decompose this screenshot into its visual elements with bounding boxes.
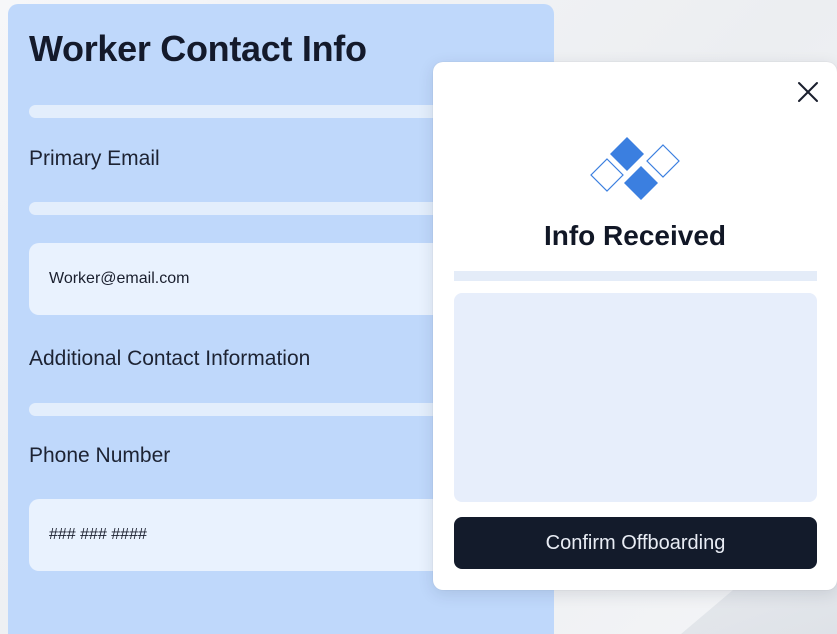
diamond-logo-icon xyxy=(589,135,685,205)
placeholder-bar xyxy=(454,271,817,281)
placeholder-content-box xyxy=(454,293,817,502)
placeholder-bar xyxy=(29,202,489,215)
page-title: Worker Contact Info xyxy=(29,28,367,69)
confirm-offboarding-button[interactable]: Confirm Offboarding xyxy=(454,517,817,569)
additional-contact-info-label: Additional Contact Information xyxy=(29,347,311,370)
modal-title: Info Received xyxy=(543,220,727,251)
phone-number-field[interactable]: ### ### #### xyxy=(29,499,489,571)
info-received-modal: Info Received Confirm Offboarding xyxy=(433,62,837,590)
placeholder-bar xyxy=(29,105,489,118)
placeholder-bar xyxy=(29,403,489,416)
close-icon[interactable] xyxy=(797,81,819,103)
primary-email-field[interactable]: Worker@email.com xyxy=(29,243,489,315)
primary-email-label: Primary Email xyxy=(29,147,160,170)
phone-number-label: Phone Number xyxy=(29,444,171,467)
